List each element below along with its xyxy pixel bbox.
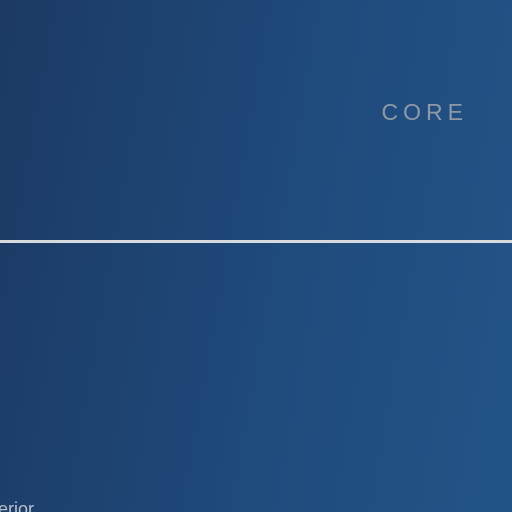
partial-bottom-label: terior	[0, 499, 35, 512]
hero-panel: CORE terior	[0, 0, 512, 512]
core-label: CORE	[381, 99, 468, 125]
horizontal-divider	[0, 240, 512, 243]
